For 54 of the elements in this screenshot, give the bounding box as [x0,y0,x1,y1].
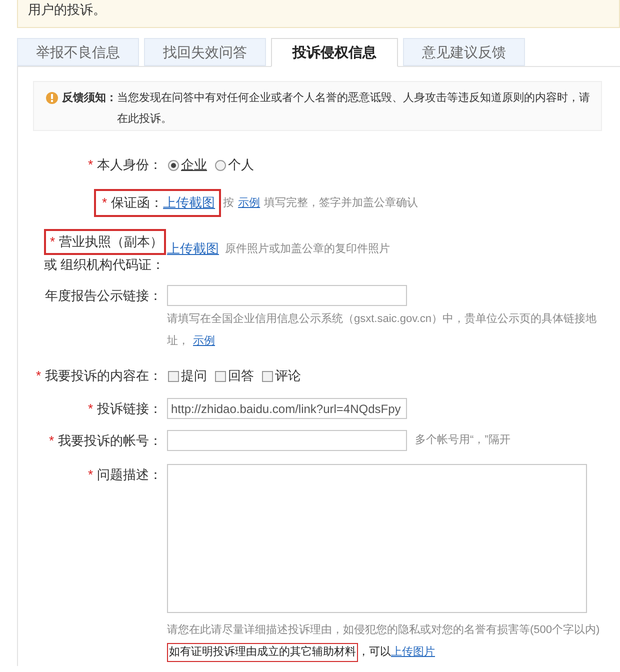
radio-option[interactable]: 企业 [168,155,207,175]
radio-label: 个人 [228,156,254,174]
radio-button[interactable] [215,160,226,170]
checkbox[interactable] [262,370,273,382]
required-marker-text: * [48,432,54,450]
warning-icon [46,92,58,104]
text-input[interactable] [167,285,407,306]
checkbox[interactable] [215,370,226,382]
required-marker-text: * [88,156,93,174]
checkbox-option[interactable]: 回答 [215,366,254,386]
tab[interactable]: 意见建议反馈 [403,38,525,66]
note-text: ，可以 [358,645,391,660]
example-link[interactable]: 示例 [238,197,260,209]
notice-message: 当您发现在问答中有对任何企业或者个人名誉的恶意诋毁、人身攻击等违反知道原则的内容时，请在此投诉。 [117,90,591,127]
radio-option[interactable]: 个人 [215,155,254,175]
field-label: 营业执照（副本） [59,233,164,252]
upload-image-link[interactable]: 上传图片 [391,644,435,660]
text-input[interactable] [167,430,407,451]
field-label: 投诉链接： [97,400,162,418]
required-marker-text: * [50,233,56,252]
field-label: 问题描述： [97,466,162,484]
hint-text: 多个帐号用“，”隔开 [415,433,510,448]
radio-label: 企业 [181,156,207,174]
checkbox-label: 评论 [275,367,301,386]
checkbox-label: 提问 [181,367,207,386]
checkbox-option[interactable]: 提问 [168,366,207,386]
field-label: 保证函： [111,194,164,212]
field-label: 我要投诉的内容在： [45,367,162,386]
required-marker-text: * [88,400,93,418]
required-marker-text: * [36,367,41,386]
tab[interactable]: 找回失效问答 [144,38,266,66]
tab[interactable]: 举报不良信息 [17,38,139,66]
notice-text: 用户的投诉。 [28,2,106,17]
required-marker-text: * [102,194,108,212]
field-label: 我要投诉的帐号： [58,432,162,450]
highlighted-note: 如有证明投诉理由成立的其它辅助材料 [167,643,358,662]
checkbox-option[interactable]: 评论 [262,366,301,386]
hint-text: 原件照片或加盖公章的复印件照片 [225,242,390,257]
tab[interactable]: 投诉侵权信息 [271,38,398,67]
field-label: 本人身份： [97,156,162,174]
upload-link[interactable]: 上传截图 [163,193,216,213]
field-label: 或 组织机构代码证： [44,256,164,274]
radio-button[interactable] [168,160,179,170]
checkbox-label: 回答 [228,367,254,386]
hint-text: 请填写在全国企业信用信息公示系统（gsxt.saic.gov.cn）中，贵单位公示页的具体链接地址， 示例 [167,312,598,349]
field-label: 年度报告公示链接： [45,287,162,306]
example-link[interactable]: 示例 [193,335,215,347]
hint-text: 按 示例 填写完整，签字并加盖公章确认 [223,196,418,211]
required-marker-text: * [88,466,93,484]
checkbox[interactable] [168,370,179,382]
text-input[interactable]: http://zhidao.baidu.com/link?url=4NQdsFpy [167,398,407,419]
upload-link[interactable]: 上传截图 [167,239,219,259]
hint-text: 请您在此请尽量详细描述投诉理由，如侵犯您的隐私或对您的名誉有损害等(500个字以内) [167,622,600,638]
notice-title: 反馈须知： [62,90,117,106]
